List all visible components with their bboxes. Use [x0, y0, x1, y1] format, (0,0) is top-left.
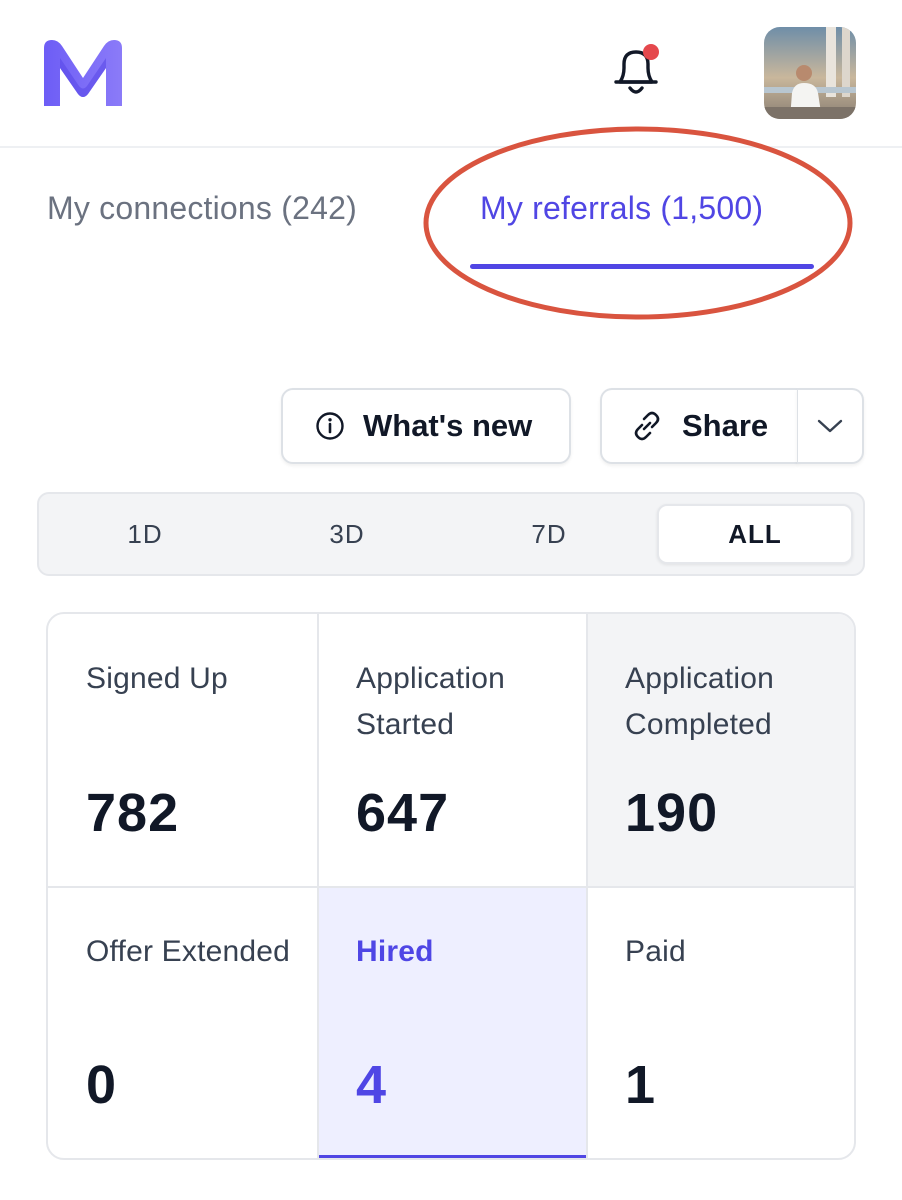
tab-my-referrals[interactable]: My referrals (1,500): [480, 190, 763, 227]
info-icon: [316, 412, 344, 440]
tab-my-connections[interactable]: My connections (242): [47, 190, 357, 227]
share-button[interactable]: Share: [600, 388, 798, 464]
stat-label: Offer Extended: [86, 935, 291, 968]
grid-divider: [48, 886, 854, 888]
time-range-all[interactable]: ALL: [657, 504, 853, 564]
stat-signed-up[interactable]: Signed Up 782: [48, 614, 318, 887]
stat-application-completed[interactable]: Application Completed 190: [587, 614, 854, 887]
active-tab-indicator: [470, 264, 814, 269]
time-range-7d[interactable]: 7D: [451, 504, 647, 564]
chevron-down-icon: [817, 419, 843, 433]
user-avatar[interactable]: [764, 27, 856, 119]
stat-value: 0: [86, 1055, 118, 1115]
stat-application-started[interactable]: Application Started 647: [318, 614, 587, 887]
stat-value: 782: [86, 783, 180, 843]
avatar-photo: [764, 27, 856, 119]
stat-value: 4: [356, 1055, 388, 1115]
stat-offer-extended[interactable]: Offer Extended 0: [48, 887, 318, 1158]
whats-new-button[interactable]: What's new: [281, 388, 571, 464]
time-range-1d[interactable]: 1D: [47, 504, 243, 564]
stat-value: 190: [625, 783, 719, 843]
app-header: [0, 0, 902, 148]
stat-label: Application Started: [356, 662, 505, 741]
stat-paid[interactable]: Paid 1: [587, 887, 854, 1158]
stat-label: Hired: [356, 935, 434, 968]
stat-label: Paid: [625, 935, 686, 968]
notification-dot: [643, 44, 659, 60]
link-icon: [634, 411, 660, 441]
stat-value: 1: [625, 1055, 657, 1115]
share-label: Share: [682, 408, 769, 443]
bell-icon: [614, 44, 659, 94]
share-options-dropdown[interactable]: [797, 388, 864, 464]
whats-new-label: What's new: [363, 408, 533, 443]
active-stat-indicator: [318, 1155, 587, 1158]
notifications-button[interactable]: [608, 40, 664, 100]
time-range-selector: 1D 3D 7D ALL: [37, 492, 865, 576]
stat-value: 647: [356, 783, 450, 843]
stat-hired[interactable]: Hired 4: [318, 887, 587, 1158]
stat-label: Application Completed: [625, 662, 774, 741]
referral-stats-grid: Signed Up 782 Application Started 647 Ap…: [46, 612, 856, 1160]
time-range-3d[interactable]: 3D: [249, 504, 445, 564]
app-logo-icon[interactable]: [40, 36, 126, 110]
stat-label: Signed Up: [86, 662, 228, 695]
